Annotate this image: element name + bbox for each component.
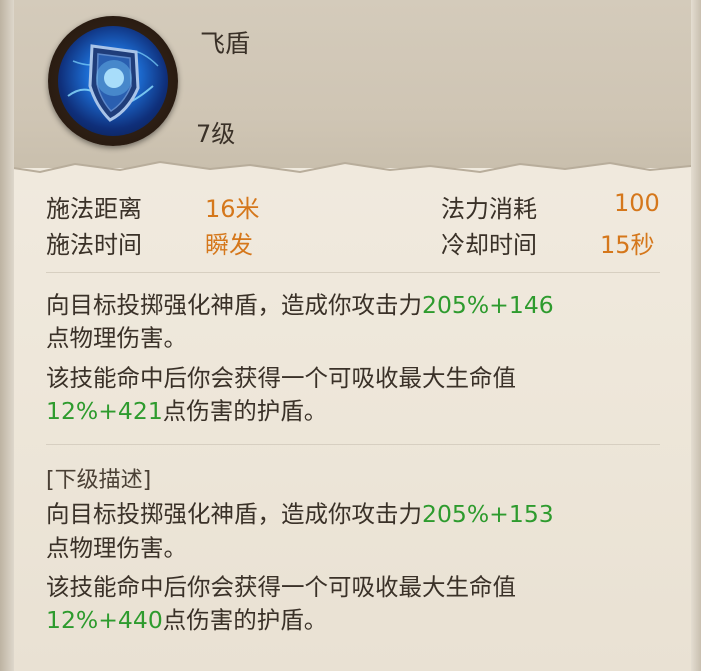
- desc-text: 向目标投掷强化神盾，造成你攻击力: [46, 500, 422, 528]
- shield-icon: [58, 26, 168, 136]
- cast-range-value: 16米: [205, 195, 260, 223]
- damage-scaling-value: 205%+146: [422, 291, 554, 319]
- shield-scaling-value: 12%+421: [46, 397, 163, 425]
- current-description-line-2: 点物理伤害。: [46, 322, 187, 355]
- mana-cost-value: 100: [614, 189, 660, 217]
- desc-text: 点物理伤害。: [46, 324, 187, 352]
- next-level-title: [下级描述]: [46, 468, 152, 493]
- damage-scaling-value: 205%+153: [422, 500, 554, 528]
- torn-paper-edge: [0, 160, 701, 190]
- desc-text: 向目标投掷强化神盾，造成你攻击力: [46, 291, 422, 319]
- shield-scaling-value: 12%+440: [46, 606, 163, 634]
- next-description-line-2: 点物理伤害。: [46, 532, 187, 565]
- desc-text: 该技能命中后你会获得一个可吸收最大生命值: [46, 573, 516, 601]
- cooldown-value: 15秒: [600, 231, 655, 259]
- desc-text: 点物理伤害。: [46, 534, 187, 562]
- cast-time-label: 施法时间: [46, 231, 142, 259]
- skill-level: 7级: [196, 120, 236, 148]
- divider: [46, 444, 660, 445]
- next-description-line-4: 12%+440点伤害的护盾。: [46, 604, 327, 637]
- desc-text: 该技能命中后你会获得一个可吸收最大生命值: [46, 364, 516, 392]
- desc-text: 点伤害的护盾。: [162, 606, 328, 634]
- skill-icon-frame: [48, 16, 178, 146]
- current-description-line-4: 12%+421点伤害的护盾。: [46, 395, 327, 428]
- desc-text: 点伤害的护盾。: [162, 397, 328, 425]
- current-description-line-1: 向目标投掷强化神盾，造成你攻击力205%+146: [46, 289, 554, 322]
- next-description-line-1: 向目标投掷强化神盾，造成你攻击力205%+153: [46, 498, 554, 531]
- divider: [46, 272, 660, 273]
- frame-left-border: [0, 0, 14, 671]
- skill-name: 飞盾: [200, 29, 251, 58]
- frame-right-border: [691, 0, 701, 671]
- cast-time-value: 瞬发: [205, 231, 253, 259]
- mana-cost-label: 法力消耗: [441, 195, 537, 223]
- skill-tooltip-panel: 飞盾 7级 施法距离 16米 法力消耗 100 施法时间 瞬发 冷却时间 15秒…: [0, 0, 701, 671]
- cooldown-label: 冷却时间: [441, 231, 537, 259]
- next-description-line-3: 该技能命中后你会获得一个可吸收最大生命值: [46, 571, 516, 604]
- cast-range-label: 施法距离: [46, 195, 142, 223]
- current-description-line-3: 该技能命中后你会获得一个可吸收最大生命值: [46, 362, 516, 395]
